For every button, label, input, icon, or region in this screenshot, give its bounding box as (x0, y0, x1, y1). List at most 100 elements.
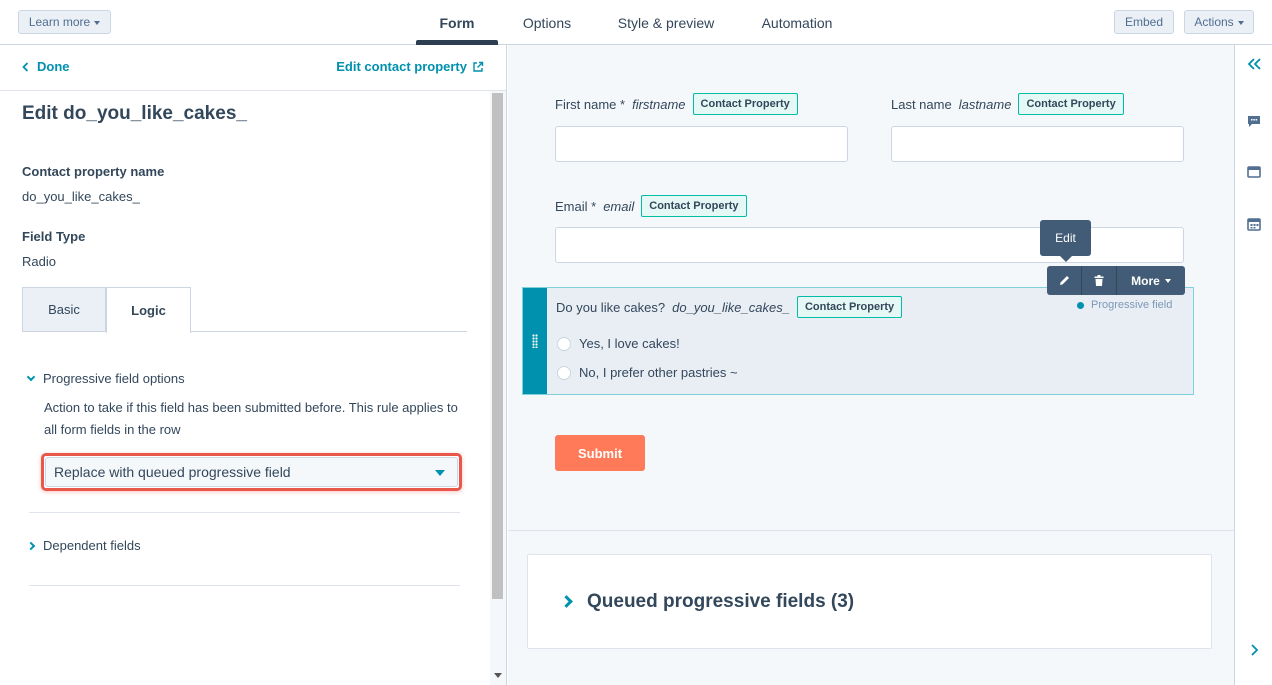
contact-property-badge: Contact Property (1018, 93, 1124, 115)
edit-field-button[interactable] (1047, 266, 1082, 295)
right-sidebar (1234, 45, 1272, 685)
drag-dots-icon (532, 334, 538, 348)
actions-button[interactable]: Actions (1184, 10, 1254, 34)
tab-basic-label: Basic (48, 302, 80, 317)
progressive-action-select[interactable]: Replace with queued progressive field (45, 457, 458, 487)
actions-label: Actions (1194, 15, 1234, 29)
field-internal-name: email (603, 198, 635, 214)
progressive-options-description: Action to take if this field has been su… (44, 400, 458, 437)
collapse-double-chevron-icon[interactable] (1246, 56, 1262, 72)
field-internal-name: do_you_like_cakes_ (672, 299, 790, 315)
more-button[interactable]: More (1117, 266, 1185, 295)
more-label: More (1131, 273, 1160, 288)
tab-basic[interactable]: Basic (22, 287, 106, 332)
tab-automation-label: Automation (761, 14, 833, 31)
selected-field-cakes[interactable]: Do you like cakes? do_you_like_cakes_ Co… (522, 287, 1194, 395)
tab-form[interactable]: Form (416, 0, 498, 45)
radio-option[interactable]: Yes, I love cakes! (557, 336, 680, 351)
field-label: Email * (555, 198, 597, 214)
tab-options-label: Options (522, 14, 572, 31)
contact-property-badge: Contact Property (692, 93, 798, 115)
radio-option-label: Yes, I love cakes! (579, 336, 680, 351)
submit-button[interactable]: Submit (555, 435, 645, 471)
progressive-field-label: Progressive field (1091, 299, 1173, 311)
scrollbar-thumb[interactable] (492, 93, 503, 599)
contact-property-badge: Contact Property (796, 296, 903, 318)
queued-progressive-fields[interactable]: Queued progressive fields (3) (527, 554, 1212, 649)
caret-down-icon (435, 470, 445, 476)
tab-style-preview[interactable]: Style & preview (610, 0, 722, 45)
dependent-fields-toggle[interactable]: Dependent fields (26, 538, 141, 553)
edit-contact-property-link[interactable]: Edit contact property (336, 59, 484, 74)
field-editor-panel: Done Edit contact property Edit do_you_l… (0, 45, 507, 685)
radio-button[interactable] (557, 365, 571, 380)
tab-divider (191, 331, 467, 332)
done-button[interactable]: Done (22, 59, 70, 74)
email-label: Email * email Contact Property (555, 195, 747, 217)
queued-progressive-fields-label: Queued progressive fields (3) (587, 590, 855, 612)
chevron-right-icon[interactable] (1246, 642, 1262, 658)
panel-header: Done Edit contact property (0, 45, 506, 91)
tab-form-label: Form (439, 14, 475, 31)
field-label: Last name (891, 96, 952, 112)
field-internal-name: firstname (632, 96, 686, 112)
tab-logic[interactable]: Logic (106, 287, 191, 333)
tab-logic-label: Logic (131, 303, 166, 318)
edit-contact-property-label: Edit contact property (336, 59, 467, 74)
progressive-field-options-heading: Progressive field options (43, 371, 185, 386)
field-type-label: Field Type (22, 229, 86, 244)
field-internal-name: lastname (958, 96, 1012, 112)
last-name-label: Last name lastname Contact Property (891, 93, 1124, 115)
last-name-input[interactable] (891, 126, 1184, 162)
radio-option[interactable]: No, I prefer other pastries ~ (557, 365, 738, 380)
edit-tooltip: Edit (1040, 220, 1091, 256)
status-dot (1077, 301, 1084, 309)
caret-down-icon (1164, 278, 1171, 283)
tab-options[interactable]: Options (512, 0, 582, 45)
chevron-left-icon (22, 61, 29, 72)
tooltip-text: Edit (1055, 231, 1076, 245)
delete-field-button[interactable] (1082, 266, 1117, 295)
top-bar: Learn more Form Options Style & preview … (0, 0, 1272, 45)
learn-more-button[interactable]: Learn more (18, 10, 111, 34)
preview-window-icon[interactable] (1246, 164, 1262, 180)
first-name-input[interactable] (555, 126, 848, 162)
embed-button[interactable]: Embed (1114, 10, 1174, 34)
progressive-field-options-toggle[interactable]: Progressive field options (26, 371, 185, 386)
divider (29, 512, 460, 513)
property-name-label: Contact property name (22, 164, 165, 179)
property-name-value: do_you_like_cakes_ (22, 189, 140, 204)
comments-icon[interactable] (1246, 113, 1262, 129)
chevron-right-icon (560, 595, 573, 608)
first-name-label: First name * firstname Contact Property (555, 93, 798, 115)
chevron-down-icon (26, 372, 36, 382)
progressive-field-indicator: Progressive field (1077, 299, 1172, 311)
drag-handle[interactable] (523, 288, 547, 394)
field-label: First name * (555, 96, 626, 112)
contact-property-badge: Contact Property (641, 195, 747, 217)
learn-more-label: Learn more (28, 15, 91, 29)
dependent-fields-heading: Dependent fields (43, 538, 141, 553)
panel-title: Edit do_you_like_cakes_ (22, 103, 247, 124)
field-toolbar: More (1047, 266, 1185, 295)
submit-label: Submit (577, 445, 623, 461)
tab-automation[interactable]: Automation (752, 0, 842, 45)
tab-style-preview-label: Style & preview (617, 14, 715, 31)
calendar-icon[interactable] (1246, 216, 1262, 232)
form-preview: First name * firstname Contact Property … (508, 45, 1234, 685)
radio-button[interactable] (557, 336, 571, 351)
scroll-down-arrow-icon[interactable] (494, 673, 502, 678)
field-type-value: Radio (22, 254, 56, 269)
done-label: Done (37, 59, 70, 74)
caret-down-icon (1237, 20, 1244, 25)
external-link-icon (473, 61, 484, 72)
embed-label: Embed (1124, 15, 1164, 29)
form-canvas: First name * firstname Contact Property … (508, 45, 1234, 531)
tooltip-arrow (1060, 256, 1072, 262)
caret-down-icon (94, 20, 101, 25)
progressive-action-selected: Replace with queued progressive field (54, 464, 291, 480)
divider (29, 585, 460, 586)
cakes-field-label: Do you like cakes? do_you_like_cakes_ Co… (556, 296, 903, 318)
pencil-icon (1059, 276, 1069, 285)
trash-icon (1094, 275, 1104, 286)
